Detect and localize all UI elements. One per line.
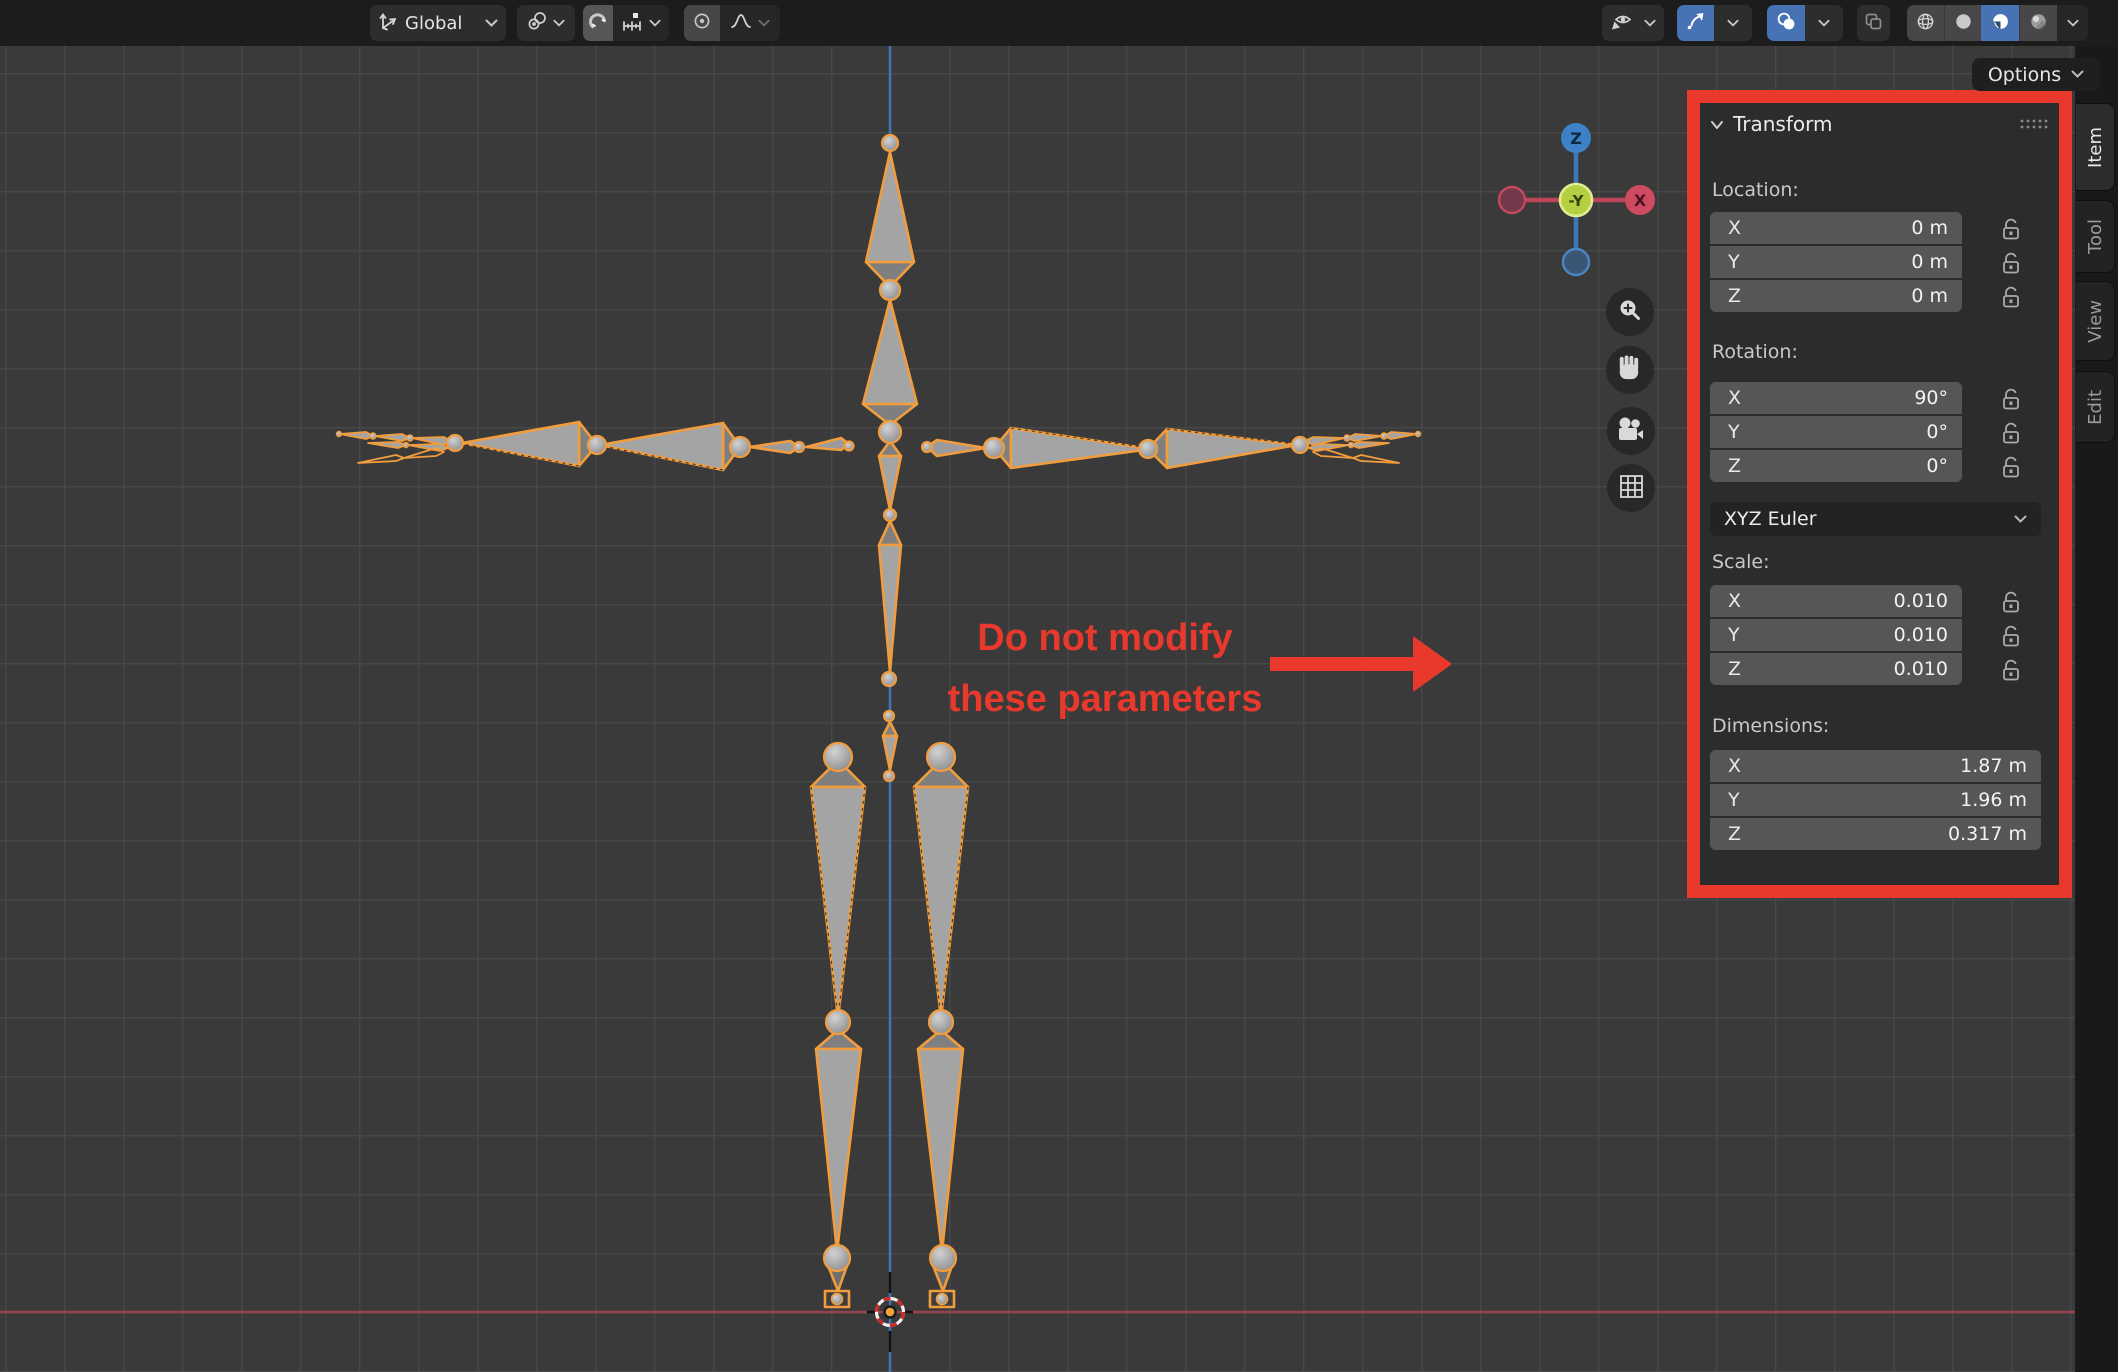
overlays-group	[1767, 5, 1843, 41]
tab-tool[interactable]: Tool	[2076, 200, 2115, 273]
eye-select-icon	[1610, 11, 1633, 36]
chevron-down-icon	[1727, 19, 1739, 28]
xray-toggle[interactable]	[1857, 5, 1890, 41]
camera-view-button[interactable]	[1607, 407, 1655, 455]
annotation-line1: Do not modify	[855, 608, 1355, 669]
shading-dropdown[interactable]	[2057, 5, 2088, 41]
overlays-dropdown[interactable]	[1805, 5, 1843, 41]
viewport-header: Global	[0, 0, 2118, 46]
show-gizmo-toggle[interactable]	[1677, 5, 1714, 41]
camera-icon	[1617, 416, 1645, 446]
chevron-down-icon	[2071, 70, 2084, 79]
toggle-grid-button[interactable]	[1607, 464, 1655, 512]
proportional-edit-icon	[692, 11, 712, 35]
chevron-down-icon	[1644, 19, 1656, 28]
tab-item[interactable]: Item	[2076, 103, 2115, 191]
shading-mode-group	[1907, 5, 2088, 41]
hand-icon	[1617, 355, 1643, 385]
falloff-dropdown[interactable]	[720, 5, 780, 41]
chevron-down-icon	[485, 19, 498, 28]
orientation-label: Global	[405, 13, 462, 34]
sidebar-tab-strip: Item Tool View Edit	[2075, 46, 2118, 1372]
options-button[interactable]: Options	[1972, 58, 2100, 91]
gizmo-axis-neg-y[interactable]: -Y	[1560, 184, 1592, 216]
gizmo-axis-z[interactable]: Z	[1561, 123, 1591, 153]
chevron-down-icon	[1818, 19, 1830, 28]
chevron-down-icon	[758, 19, 770, 28]
chevron-down-icon	[2067, 19, 2079, 28]
show-overlays-toggle[interactable]	[1767, 5, 1805, 41]
transform-orientation-dropdown[interactable]: Global	[370, 5, 506, 41]
annotation-note: Do not modify these parameters	[855, 608, 1355, 730]
shading-material-button[interactable]	[1981, 5, 2019, 41]
pivot-point-dropdown[interactable]	[517, 5, 575, 41]
blender-window: Global	[0, 0, 2118, 1372]
material-preview-sphere-icon	[1990, 11, 2011, 36]
magnifier-plus-icon	[1617, 297, 1643, 327]
tab-view[interactable]: View	[2076, 281, 2115, 361]
rendered-sphere-icon	[2028, 11, 2049, 36]
solid-sphere-icon	[1953, 11, 1974, 36]
proportional-edit-toggle[interactable]	[684, 5, 720, 41]
pan-hand-button[interactable]	[1606, 346, 1654, 394]
tab-edit[interactable]: Edit	[2076, 371, 2115, 443]
options-label: Options	[1988, 64, 2061, 86]
annotation-line2: these parameters	[855, 669, 1355, 730]
snap-increment-icon	[621, 10, 643, 36]
gizmos-group	[1677, 5, 1752, 41]
gizmo-icon	[1685, 11, 1706, 36]
shading-wireframe-button[interactable]	[1907, 5, 1944, 41]
annotation-rectangle	[1687, 90, 2072, 898]
pivot-point-icon	[527, 11, 547, 35]
grid-icon	[1619, 474, 1644, 503]
svg-text:X: X	[1634, 191, 1647, 210]
svg-text:Z: Z	[1570, 129, 1582, 148]
visibility-dropdown[interactable]	[1602, 5, 1664, 41]
magnet-icon	[588, 11, 609, 36]
navigation-gizmo[interactable]: Z X -Y	[1496, 114, 1661, 279]
proportional-edit-group	[684, 5, 780, 41]
orientation-global-icon	[378, 11, 399, 36]
gizmo-axis-x[interactable]: X	[1625, 185, 1655, 215]
wireframe-sphere-icon	[1915, 11, 1936, 36]
falloff-curve-icon	[730, 11, 752, 35]
snapping-group	[583, 5, 669, 41]
gizmo-dropdown[interactable]	[1714, 5, 1752, 41]
gizmo-axis-neg-z[interactable]	[1563, 249, 1589, 275]
snap-target-dropdown[interactable]	[613, 5, 669, 41]
xray-icon	[1863, 11, 1884, 36]
chevron-down-icon	[553, 19, 565, 28]
zoom-button[interactable]	[1606, 288, 1654, 336]
chevron-down-icon	[649, 19, 661, 28]
shading-solid-button[interactable]	[1944, 5, 1981, 41]
shading-rendered-button[interactable]	[2019, 5, 2057, 41]
overlays-icon	[1776, 11, 1797, 36]
gizmo-axis-neg-x[interactable]	[1499, 187, 1525, 213]
snap-toggle-button[interactable]	[583, 5, 613, 41]
svg-text:-Y: -Y	[1569, 192, 1585, 210]
